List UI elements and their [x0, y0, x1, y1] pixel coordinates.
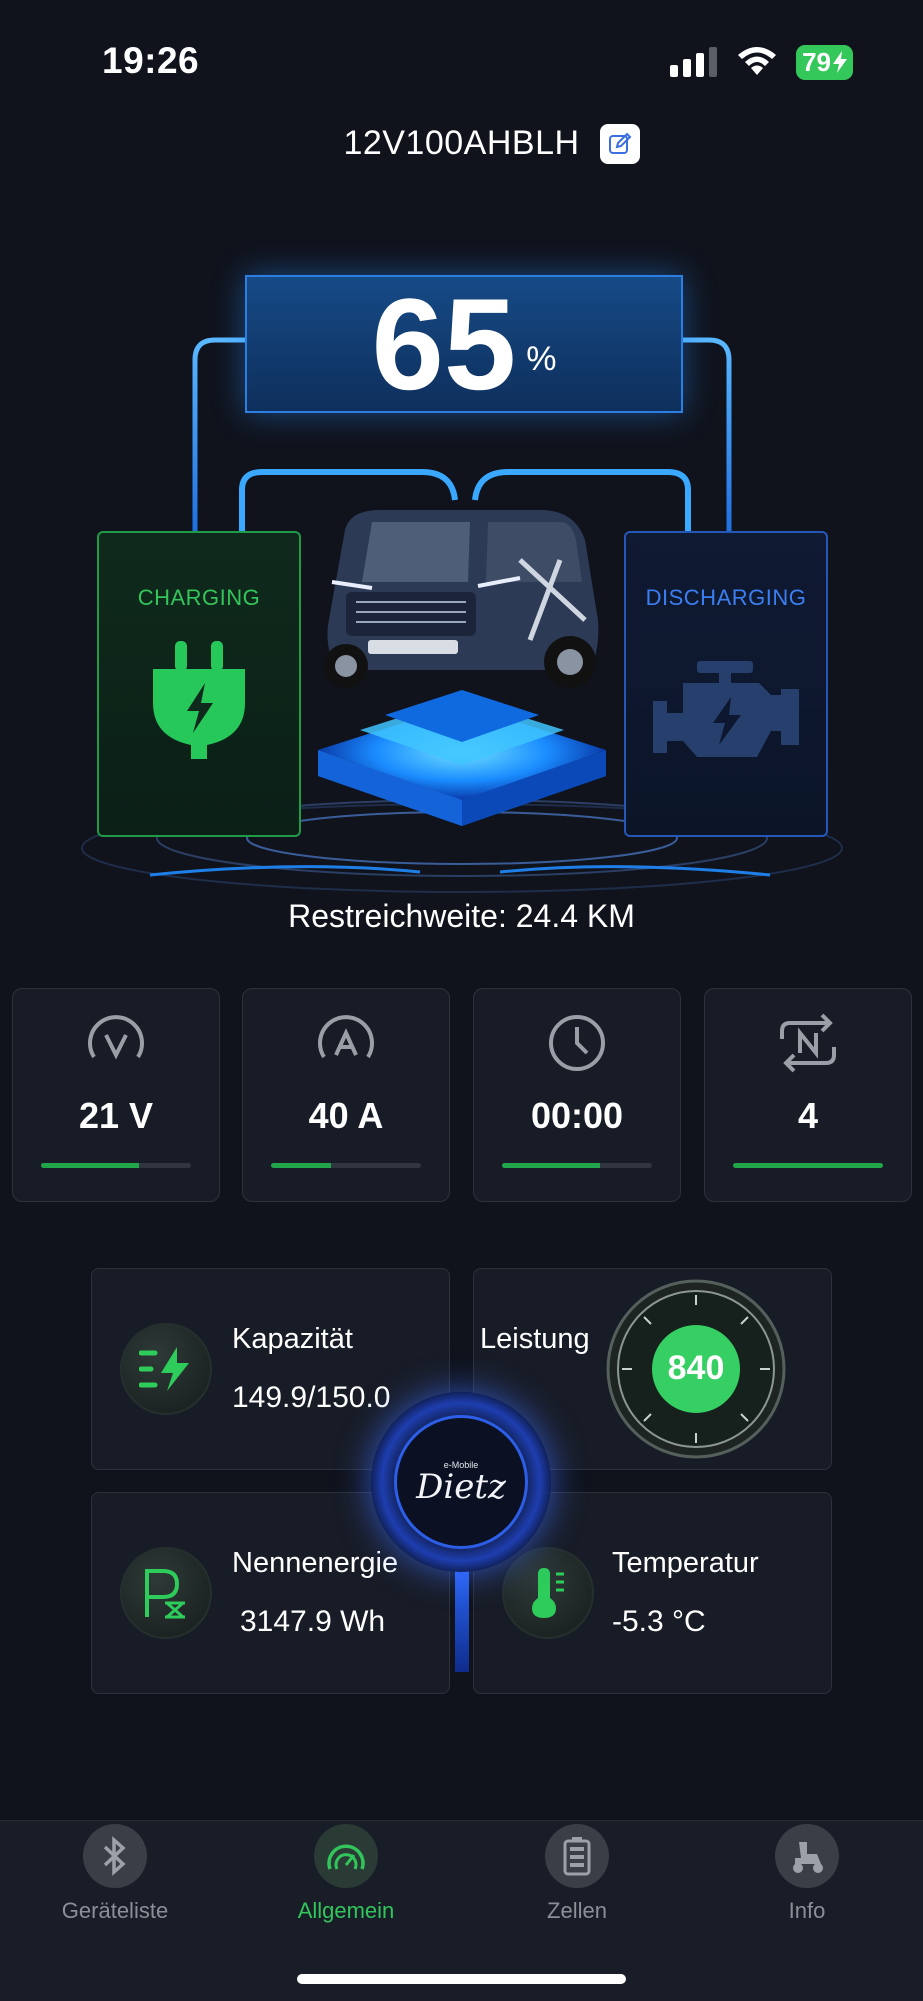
voltage-value: 21 V [78, 1095, 154, 1136]
signal-icon [670, 47, 718, 77]
scooter-icon-wrap [775, 1824, 839, 1888]
voltage-icon [88, 1015, 144, 1060]
tab-info[interactable]: Info [727, 1822, 887, 1924]
charging-label: CHARGING [137, 585, 261, 610]
stat-card-cycles: 4 [704, 988, 912, 1202]
energy-title: Nennenergie [232, 1547, 399, 1579]
gauge-icon-wrap [314, 1824, 378, 1888]
tab-general[interactable]: Allgemein [266, 1822, 426, 1924]
tab-device-list[interactable]: Geräteliste [35, 1822, 195, 1924]
rated-energy-icon [145, 1569, 185, 1619]
power-title: Leistung [480, 1323, 590, 1355]
time-value: 00:00 [530, 1095, 624, 1136]
status-indicators: 79 [670, 42, 853, 82]
soc-unit: % [526, 339, 557, 378]
home-indicator [297, 1974, 626, 1984]
energy-icon-wrap [120, 1547, 212, 1639]
status-time: 19:26 [102, 40, 200, 81]
capacity-value: 149.9/150.0 [232, 1381, 391, 1414]
temperature-icon-wrap [502, 1547, 594, 1639]
tab-label-info: Info [788, 1898, 826, 1923]
charging-bolt-icon [833, 51, 847, 73]
soc-display: 65 % [245, 275, 683, 413]
stat-card-time: 00:00 [473, 988, 681, 1202]
cycles-icon [780, 1013, 836, 1073]
power-value: 840 [667, 1349, 725, 1387]
capacity-title: Kapazität [232, 1323, 353, 1355]
discharging-label: DISCHARGING [645, 585, 807, 610]
logo-stem [455, 1560, 469, 1672]
logo-inner: e-Mobile Dietz [394, 1415, 528, 1549]
cycles-value: 4 [797, 1095, 819, 1136]
plug-bolt-icon [153, 641, 245, 759]
scooter-icon [793, 1842, 823, 1873]
brand-logo: e-Mobile Dietz [371, 1392, 551, 1572]
energy-value: 3147.9 Wh [240, 1605, 386, 1638]
tab-cells[interactable]: Zellen [497, 1822, 657, 1924]
bluetooth-icon [103, 1836, 126, 1876]
charging-panel[interactable]: CHARGING [97, 531, 301, 837]
clock-icon [549, 1015, 605, 1071]
thermometer-icon [532, 1568, 564, 1618]
battery-indicator: 79 [796, 44, 853, 80]
tab-label-general: Allgemein [297, 1898, 395, 1923]
tab-label-cells: Zellen [547, 1898, 607, 1923]
bluetooth-icon-wrap [83, 1824, 147, 1888]
current-value: 40 A [308, 1095, 384, 1136]
vehicle-image [324, 510, 599, 688]
gauge-icon [327, 1844, 365, 1870]
cycles-bar [733, 1163, 883, 1168]
temperature-title: Temperatur [612, 1547, 759, 1579]
wifi-icon [738, 47, 777, 75]
battery-cells-icon-wrap [545, 1824, 609, 1888]
current-bar [271, 1163, 421, 1168]
device-name: 12V100AHBLH [343, 124, 580, 162]
soc-value: 65 [371, 271, 517, 417]
capacity-bolt-icon [139, 1347, 189, 1391]
battery-cells-icon [563, 1837, 591, 1876]
stat-card-voltage: 21 V [12, 988, 220, 1202]
logo-brand-text: Dietz [416, 1466, 506, 1507]
time-bar [502, 1163, 652, 1168]
remaining-range: Restreichweite: 24.4 KM [288, 898, 635, 934]
voltage-bar [41, 1163, 191, 1168]
discharging-panel[interactable]: DISCHARGING [624, 531, 828, 837]
edit-name-button[interactable] [600, 124, 640, 164]
tab-label-device-list: Geräteliste [61, 1898, 169, 1923]
temperature-value: -5.3 °C [612, 1605, 706, 1638]
battery-level: 79 [802, 46, 831, 77]
current-icon [318, 1015, 374, 1059]
engine-icon [653, 661, 799, 757]
stat-card-current: 40 A [242, 988, 450, 1202]
edit-icon [609, 132, 632, 154]
capacity-icon-wrap [120, 1323, 212, 1415]
